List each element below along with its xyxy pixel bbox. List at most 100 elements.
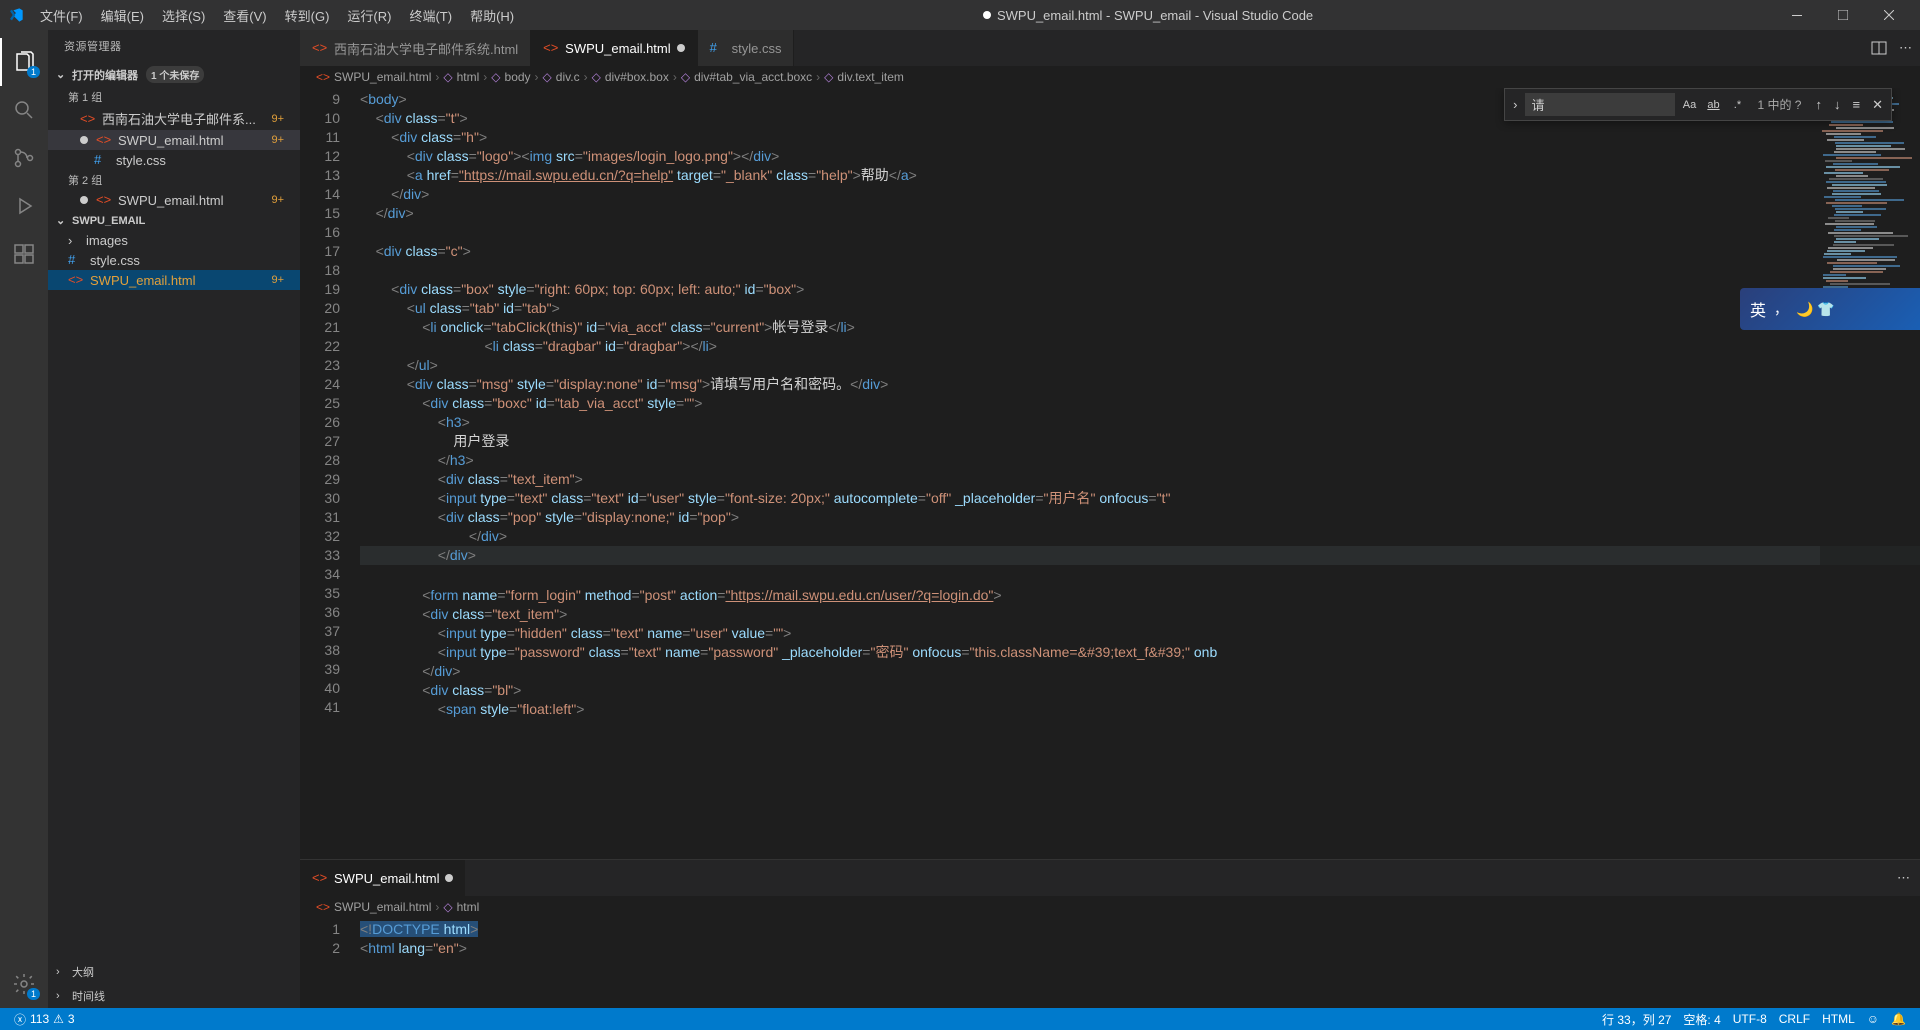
warning-icon: ⚠ [53, 1012, 64, 1026]
editor-group-2: 第 2 组 [48, 170, 300, 190]
maximize-button[interactable] [1820, 0, 1866, 30]
find-result: 1 中的 ? [1751, 96, 1807, 113]
find-close-icon[interactable]: ✕ [1868, 95, 1887, 115]
editor-tabs: <> 西南石油大学电子邮件系统.html <> SWPU_email.html … [300, 30, 1920, 66]
activity-extensions[interactable] [0, 230, 48, 278]
html-file-icon: <> [312, 870, 328, 886]
menu-go[interactable]: 转到(G) [277, 2, 338, 29]
status-bar: ⓧ113 ⚠3 行 33，列 27 空格: 4 UTF-8 CRLF HTML … [0, 1008, 1920, 1030]
find-widget: › Aa ab .* 1 中的 ? ↑ ↓ ≡ ✕ [1504, 88, 1892, 121]
match-case-icon[interactable]: Aa [1679, 95, 1699, 115]
folder-item[interactable]: › images [48, 231, 300, 250]
activity-settings[interactable]: 1 [0, 960, 48, 1008]
find-next-icon[interactable]: ↓ [1830, 95, 1845, 114]
status-bell-icon[interactable]: 🔔 [1885, 1011, 1912, 1028]
open-editor-item[interactable]: <> SWPU_email.html 9+ [48, 190, 300, 210]
more-actions-icon[interactable]: ⋯ [1887, 870, 1920, 886]
editor-group-1: 第 1 组 [48, 87, 300, 107]
html-file-icon: <> [80, 111, 96, 127]
modified-dot-icon [677, 44, 685, 52]
menu-edit[interactable]: 编辑(E) [93, 2, 152, 29]
open-editor-item[interactable]: # style.css [48, 150, 300, 170]
modified-dot-icon [80, 196, 88, 204]
editor-tab[interactable]: <> SWPU_email.html [300, 860, 465, 896]
activity-search[interactable] [0, 86, 48, 134]
status-feedback-icon[interactable]: ☺ [1861, 1011, 1885, 1028]
modified-dot-icon [80, 136, 88, 144]
code-content[interactable]: <!DOCTYPE html><html lang="en"> [360, 918, 1920, 1008]
open-editors-header[interactable]: ⌄ 打开的编辑器 1 个未保存 [48, 62, 300, 87]
status-spaces[interactable]: 空格: 4 [1677, 1011, 1726, 1028]
minimap[interactable] [1820, 88, 1920, 859]
menu-selection[interactable]: 选择(S) [154, 2, 213, 29]
menu-file[interactable]: 文件(F) [32, 2, 91, 29]
outline-section[interactable]: › 大纲 [48, 960, 300, 984]
editor-area: <> 西南石油大学电子邮件系统.html <> SWPU_email.html … [300, 30, 1920, 1008]
status-encoding[interactable]: UTF-8 [1727, 1011, 1773, 1028]
title-bar: 文件(F) 编辑(E) 选择(S) 查看(V) 转到(G) 运行(R) 终端(T… [0, 0, 1920, 30]
split-editor-icon[interactable] [1871, 40, 1887, 56]
minimap[interactable] [1820, 918, 1920, 1008]
activity-explorer[interactable]: 1 [0, 38, 48, 86]
menu-bar: 文件(F) 编辑(E) 选择(S) 查看(V) 转到(G) 运行(R) 终端(T… [32, 2, 522, 29]
file-item[interactable]: <> SWPU_email.html 9+ [48, 270, 300, 290]
html-file-icon: <> [312, 40, 328, 56]
status-eol[interactable]: CRLF [1773, 1011, 1816, 1028]
window-controls [1774, 0, 1912, 30]
menu-view[interactable]: 查看(V) [215, 2, 274, 29]
activity-scm[interactable] [0, 134, 48, 182]
more-actions-icon[interactable]: ⋯ [1899, 40, 1912, 56]
ime-indicator[interactable]: 英 ， 🌙 👕 [1740, 288, 1920, 330]
regex-icon[interactable]: .* [1727, 95, 1747, 115]
sidebar-title: 资源管理器 [48, 30, 300, 62]
menu-run[interactable]: 运行(R) [339, 2, 399, 29]
status-lncol[interactable]: 行 33，列 27 [1596, 1011, 1677, 1028]
file-item[interactable]: # style.css [48, 250, 300, 270]
html-file-icon: <> [96, 192, 112, 208]
find-expand-icon[interactable]: › [1509, 95, 1521, 114]
modified-dot-icon [445, 874, 453, 882]
explorer-badge: 1 [27, 66, 40, 78]
activity-debug[interactable] [0, 182, 48, 230]
window-title: SWPU_email.html - SWPU_email - Visual St… [522, 8, 1774, 23]
activity-bar: 1 1 [0, 30, 48, 1008]
vscode-logo-icon [8, 7, 24, 23]
match-word-icon[interactable]: ab [1703, 95, 1723, 115]
css-file-icon: # [68, 252, 84, 268]
find-input[interactable] [1525, 93, 1675, 116]
chevron-down-icon: ⌄ [56, 68, 68, 81]
chevron-right-icon: › [68, 233, 80, 248]
close-button[interactable] [1866, 0, 1912, 30]
editor-tab[interactable]: <> 西南石油大学电子邮件系统.html [300, 30, 531, 66]
code-content[interactable]: <body> <div class="t"> <div class="h"> <… [360, 88, 1920, 859]
css-file-icon: # [710, 40, 726, 56]
line-gutter: 12 [300, 918, 360, 1008]
editor-tab[interactable]: <> SWPU_email.html [531, 30, 697, 66]
find-prev-icon[interactable]: ↑ [1812, 95, 1827, 114]
editor-tab[interactable]: # style.css [698, 30, 795, 66]
open-editor-item[interactable]: <> SWPU_email.html 9+ [48, 130, 300, 150]
status-problems[interactable]: ⓧ113 ⚠3 [8, 1011, 81, 1028]
breadcrumbs-secondary[interactable]: <> SWPU_email.html › ◇ html [300, 896, 1920, 918]
html-file-icon: <> [543, 40, 559, 56]
open-editor-item[interactable]: <> 西南石油大学电子邮件系... 9+ [48, 107, 300, 130]
timeline-section[interactable]: › 时间线 [48, 984, 300, 1008]
menu-terminal[interactable]: 终端(T) [401, 2, 460, 29]
editor-pane-secondary[interactable]: 12 <!DOCTYPE html><html lang="en"> [300, 918, 1920, 1008]
folder-header[interactable]: ⌄ SWPU_EMAIL [48, 210, 300, 231]
editor-pane-main[interactable]: 9101112131415161718192021222324252627282… [300, 88, 1920, 860]
tab-actions: ⋯ [1863, 30, 1920, 66]
breadcrumbs[interactable]: <> SWPU_email.html › ◇ html › ◇ body › ◇… [300, 66, 1920, 88]
sidebar: 资源管理器 ⌄ 打开的编辑器 1 个未保存 第 1 组 <> 西南石油大学电子邮… [48, 30, 300, 1008]
error-icon: ⓧ [14, 1011, 26, 1028]
html-file-icon: <> [68, 272, 84, 288]
minimize-button[interactable] [1774, 0, 1820, 30]
css-file-icon: # [94, 152, 110, 168]
settings-badge: 1 [27, 988, 40, 1000]
chevron-right-icon: › [56, 966, 68, 978]
status-language[interactable]: HTML [1816, 1011, 1861, 1028]
html-file-icon: <> [96, 132, 112, 148]
unsaved-dot-icon [983, 11, 991, 19]
menu-help[interactable]: 帮助(H) [462, 2, 522, 29]
find-selection-icon[interactable]: ≡ [1849, 95, 1865, 114]
